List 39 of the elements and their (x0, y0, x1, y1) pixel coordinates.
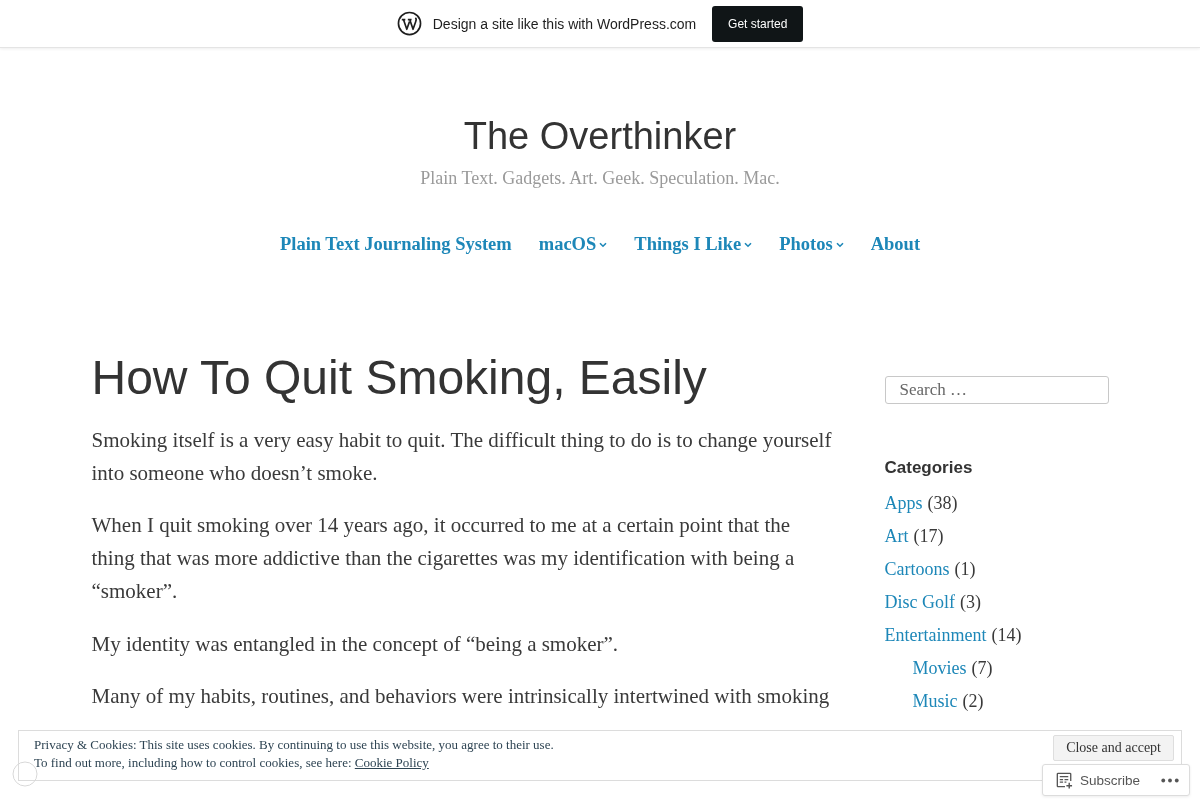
cookie-policy-link[interactable]: Cookie Policy (354, 755, 429, 770)
logo-icon[interactable] (396, 11, 422, 36)
article-paragraph: Smoking itself is a very easy habit to quit. The difficult thing to do is to change yourself into someone who doesn’t smoke. (91, 426, 833, 487)
widget-title: Categories (884, 457, 974, 479)
nav-link[interactable]: About (870, 232, 921, 256)
cookie-notice-text: Privacy & Cookies: This site uses cookies. By continuing to use this website, you agree to their use. (34, 736, 554, 754)
close-and-accept-button[interactable]: Close and accept (1053, 735, 1174, 761)
article-title: How To Quit Smoking, Easily (91, 350, 708, 406)
search-field[interactable]: Search … (884, 376, 1109, 404)
category-count: (3) (960, 590, 981, 614)
category-count: (2) (962, 689, 984, 713)
category-link[interactable]: Music (912, 684, 958, 718)
category-link[interactable]: Apps (884, 486, 923, 520)
more-button[interactable] (1161, 777, 1179, 783)
category-count: (38) (927, 491, 958, 515)
subscribe-button[interactable]: Subscribe (1056, 771, 1141, 789)
category-link[interactable]: Cartoons (884, 552, 950, 586)
nav-link[interactable]: Plain Text Journaling System (279, 232, 512, 256)
category-link[interactable]: Movies (912, 651, 967, 685)
nav-link[interactable]: Photos (779, 232, 844, 256)
category-link[interactable]: Art (884, 519, 909, 553)
category-count: (1) (954, 557, 976, 581)
article-paragraph: When I quit smoking over 14 years ago, it occurred to me at a certain point that the thing that was more addictive than the cigarettes was my identification with being a “smoker”. (91, 512, 796, 605)
get-started-button[interactable]: Get started (712, 5, 804, 42)
category-link[interactable]: Entertainment (884, 618, 987, 652)
promo-text: Design a site like this with WordPress.com (432, 15, 697, 32)
site-tagline: Plain Text. Gadgets. Art. Geek. Speculation. Mac. (419, 167, 781, 190)
nav-link[interactable]: macOS (538, 232, 608, 256)
cookie-policy-text: To find out more, including how to control cookies, see here: Cookie Policy (34, 754, 430, 772)
nav-link[interactable]: Things I Like (634, 232, 753, 256)
category-count: (14) (991, 623, 1022, 647)
category-link[interactable]: Disc Golf (884, 585, 955, 619)
document-plus-icon (1056, 771, 1073, 789)
article-paragraph: My identity was entangled in the concept of “being a smoker”. (91, 630, 620, 658)
category-count: (17) (913, 524, 944, 548)
more-icon (1161, 777, 1179, 783)
site-title[interactable]: The Overthinker (0, 112, 1200, 160)
category-count: (7) (971, 656, 993, 680)
article-paragraph: Many of my habits, routines, and behaviors were intrinsically intertwined with smoking (91, 683, 831, 710)
